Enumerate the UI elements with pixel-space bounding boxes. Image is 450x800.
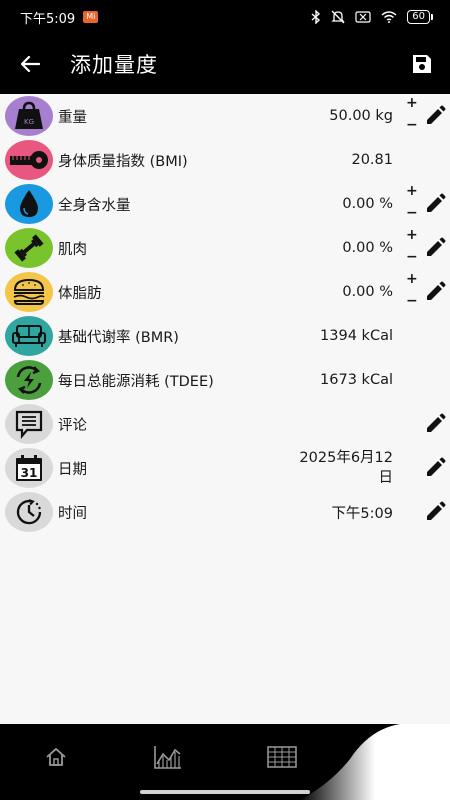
date-label: 日期	[58, 461, 87, 478]
home-indicator[interactable]	[140, 790, 310, 794]
row-comment: 评论	[0, 402, 450, 446]
measurement-list: KG 重量 50.00 kg + − 身体质量指数 (BMI) 20.81 全身…	[0, 94, 450, 724]
weight-edit-button[interactable]	[424, 105, 446, 127]
comment-edit-button[interactable]	[424, 413, 446, 435]
bmi-label: 身体质量指数 (BMI)	[58, 153, 188, 170]
app-bar: 添加量度	[0, 34, 450, 94]
time-edit-button[interactable]	[424, 501, 446, 523]
water-drop-icon	[5, 184, 53, 224]
status-time: 下午5:09	[20, 11, 76, 27]
row-time: 时间 下午5:09	[0, 490, 450, 534]
dumbbell-icon	[5, 228, 53, 268]
wifi-icon	[381, 11, 397, 23]
time-value: 下午5:09	[331, 505, 393, 522]
weight-decrease-button[interactable]: −	[406, 118, 418, 132]
body-fat-value: 0.00 %	[342, 284, 393, 300]
no-sim-icon	[355, 11, 371, 23]
weight-increase-button[interactable]: +	[406, 96, 418, 110]
muscle-stepper: + −	[403, 228, 418, 268]
tdee-value: 1673 kCal	[320, 372, 393, 388]
weight-stepper: + −	[403, 96, 418, 136]
calendar-icon: 31	[5, 448, 53, 488]
pencil-icon	[427, 105, 446, 124]
save-button[interactable]	[408, 50, 436, 78]
body-fat-edit-button[interactable]	[424, 281, 446, 303]
date-value: 2025年6月12 日	[273, 448, 393, 488]
row-body-water: 全身含水量 0.00 % + −	[0, 182, 450, 226]
muscle-increase-button[interactable]: +	[406, 228, 418, 242]
body-water-edit-button[interactable]	[424, 193, 446, 215]
row-bmr: 基础代谢率 (BMR) 1394 kCal	[0, 314, 450, 358]
pencil-icon	[427, 281, 446, 300]
body-water-value: 0.00 %	[342, 196, 393, 212]
muscle-decrease-button[interactable]: −	[406, 250, 418, 264]
pencil-icon	[427, 193, 446, 212]
row-date: 31 日期 2025年6月12 日	[0, 446, 450, 490]
battery-icon: 60	[407, 10, 433, 24]
nav-home-button[interactable]	[41, 742, 71, 772]
comment-label: 评论	[58, 417, 87, 434]
body-water-stepper: + −	[403, 184, 418, 224]
body-water-label: 全身含水量	[58, 197, 131, 214]
save-icon	[413, 55, 431, 73]
bmr-label: 基础代谢率 (BMR)	[58, 329, 179, 346]
bottom-nav	[0, 724, 450, 800]
weight-label: 重量	[58, 109, 87, 126]
comment-icon	[5, 404, 53, 444]
status-bar: 下午5:09 Mi 60	[0, 0, 450, 34]
weight-icon: KG	[5, 96, 53, 136]
tape-measure-icon	[5, 140, 53, 180]
mute-icon	[331, 10, 345, 24]
row-bmi: 身体质量指数 (BMI) 20.81	[0, 138, 450, 182]
tdee-label: 每日总能源消耗 (TDEE)	[58, 373, 214, 390]
date-value-line2: 日	[378, 470, 394, 486]
home-icon	[46, 747, 66, 766]
pencil-icon	[427, 501, 446, 520]
pencil-icon	[427, 237, 446, 256]
back-button[interactable]	[0, 34, 60, 94]
energy-cycle-icon	[5, 360, 53, 400]
row-muscle: 肌肉 0.00 % + −	[0, 226, 450, 270]
weight-value: 50.00 kg	[329, 108, 393, 124]
svg-text:31: 31	[21, 466, 38, 480]
burger-icon	[5, 272, 53, 312]
row-weight: KG 重量 50.00 kg + −	[0, 94, 450, 138]
row-tdee: 每日总能源消耗 (TDEE) 1673 kCal	[0, 358, 450, 402]
pencil-icon	[427, 457, 446, 476]
body-water-decrease-button[interactable]: −	[406, 206, 418, 220]
nav-chart-button[interactable]	[153, 742, 183, 772]
bluetooth-icon	[311, 10, 321, 24]
bmi-value: 20.81	[351, 152, 393, 168]
page-title: 添加量度	[70, 53, 158, 77]
body-water-increase-button[interactable]: +	[406, 184, 418, 198]
body-fat-decrease-button[interactable]: −	[406, 294, 418, 308]
muscle-label: 肌肉	[58, 241, 87, 258]
arrow-left-icon	[20, 55, 40, 73]
clock-icon	[5, 492, 53, 532]
date-value-line1: 2025年6月12	[299, 450, 393, 466]
swipe-gesture-overlay	[300, 724, 450, 800]
notification-badge: Mi	[83, 11, 99, 23]
body-fat-increase-button[interactable]: +	[406, 272, 418, 286]
muscle-value: 0.00 %	[342, 240, 393, 256]
svg-text:KG: KG	[24, 118, 34, 126]
date-edit-button[interactable]	[424, 457, 446, 479]
body-fat-label: 体脂肪	[58, 285, 102, 302]
muscle-edit-button[interactable]	[424, 237, 446, 259]
row-body-fat: 体脂肪 0.00 % + −	[0, 270, 450, 314]
time-label: 时间	[58, 505, 87, 522]
chart-icon	[154, 746, 181, 769]
bmr-value: 1394 kCal	[320, 328, 393, 344]
pencil-icon	[427, 413, 446, 432]
sofa-icon	[5, 316, 53, 356]
body-fat-stepper: + −	[403, 272, 418, 312]
